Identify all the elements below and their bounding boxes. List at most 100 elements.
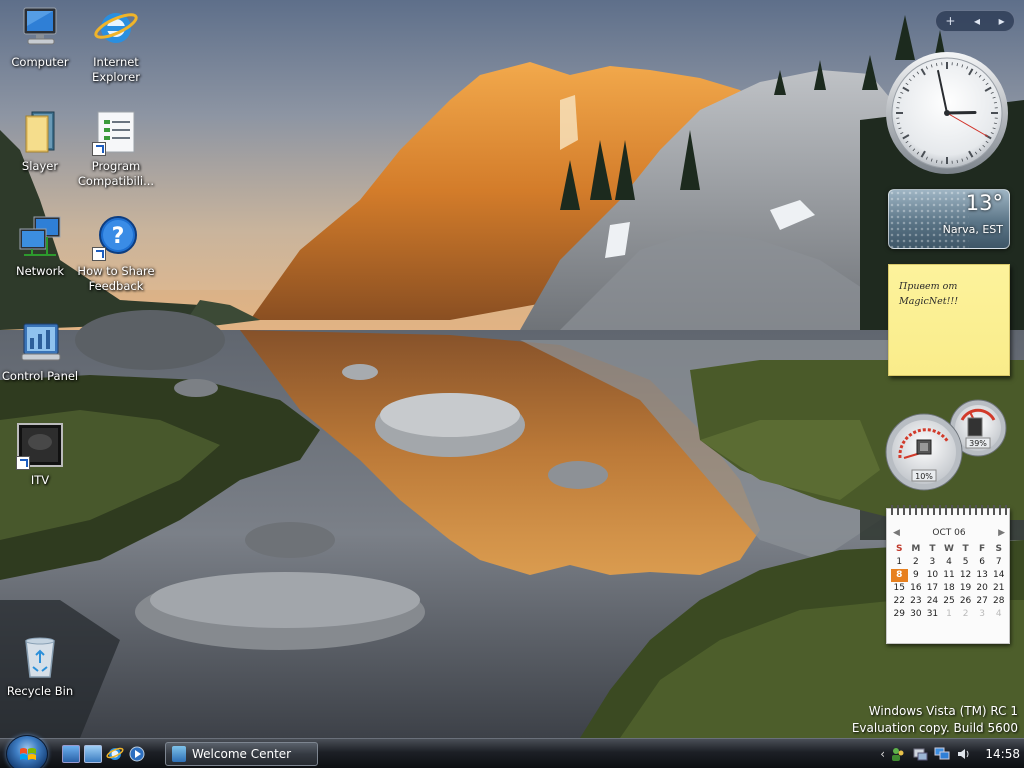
desktop-icon-label: Network bbox=[15, 264, 65, 278]
calendar-day-cell[interactable]: 28 bbox=[990, 595, 1007, 608]
users-tray-icon[interactable] bbox=[890, 746, 906, 762]
desktop-icon-how-to-share-feedback[interactable]: ? How to Share Feedback bbox=[76, 213, 156, 294]
calendar-day-cell[interactable]: 1 bbox=[941, 608, 958, 621]
sidebar-add-gadget-button[interactable]: + bbox=[945, 14, 955, 28]
desktop-icon-internet-explorer[interactable]: Internet Explorer bbox=[76, 4, 156, 85]
calendar-day-cell[interactable]: 15 bbox=[891, 582, 908, 595]
calendar-day-of-week: T bbox=[929, 544, 936, 554]
calendar-day-cell[interactable]: 23 bbox=[908, 595, 925, 608]
sidebar-controls: + ◂ ▸ bbox=[935, 10, 1015, 32]
weather-temperature: 13° bbox=[965, 191, 1003, 215]
volume-tray-icon[interactable] bbox=[956, 746, 972, 762]
clock-face bbox=[886, 52, 1008, 174]
shortcut-arrow-icon bbox=[92, 142, 106, 156]
media-player-icon[interactable] bbox=[128, 745, 146, 763]
memory-percent: 39% bbox=[969, 439, 987, 448]
calendar-day-cell[interactable]: 22 bbox=[891, 595, 908, 608]
taskbar-button-welcome-center[interactable]: Welcome Center bbox=[165, 742, 318, 766]
calendar-day-of-week: T bbox=[962, 544, 969, 554]
calendar-day-cell[interactable]: 5 bbox=[957, 556, 974, 569]
calendar-prev-month-button[interactable]: ◀ bbox=[893, 528, 900, 538]
calendar-day-cell[interactable]: 2 bbox=[957, 608, 974, 621]
desktop-icon-label: Recycle Bin bbox=[6, 684, 74, 698]
calendar-day-cell[interactable]: 9 bbox=[908, 569, 925, 582]
calendar-day-cell[interactable]: 6 bbox=[974, 556, 991, 569]
calendar-day-cell[interactable]: 12 bbox=[957, 569, 974, 582]
watermark-line-2: Evaluation copy. Build 5600 bbox=[851, 721, 1018, 735]
switch-windows-icon[interactable] bbox=[84, 745, 102, 763]
start-button[interactable] bbox=[6, 735, 48, 768]
calendar-day-cell[interactable]: 29 bbox=[891, 608, 908, 621]
desktop-icon-itv[interactable]: ITV bbox=[0, 422, 80, 488]
tray-clock[interactable]: 14:58 bbox=[985, 747, 1020, 761]
calendar-day-cell[interactable]: 3 bbox=[924, 556, 941, 569]
network-tray-icon[interactable] bbox=[934, 746, 950, 762]
cpu-meter-dials: 39% 10% bbox=[885, 399, 1007, 491]
clock-gadget[interactable] bbox=[884, 50, 1010, 176]
calendar-gadget[interactable]: ◀ OCT 06 ▶ S M T W T F S 1 2 3 4 5 6 7 8 9 10 11 12 13 14 15 1… bbox=[886, 505, 1011, 644]
calendar-day-cell[interactable]: 13 bbox=[974, 569, 991, 582]
weather-rain-graphic bbox=[889, 190, 969, 248]
calendar-day-cell[interactable]: 18 bbox=[941, 582, 958, 595]
sidebar-prev-button[interactable]: ◂ bbox=[974, 14, 980, 28]
cpu-meter-gadget[interactable]: 39% 10% bbox=[884, 398, 1010, 494]
desktop-icon-network[interactable]: Network bbox=[0, 213, 80, 279]
desktop-icon-control-panel[interactable]: Control Panel bbox=[0, 318, 80, 384]
calendar-day-cell[interactable]: 24 bbox=[924, 595, 941, 608]
tray-expand-chevron-icon[interactable]: ‹ bbox=[878, 747, 887, 761]
calendar-day-cell[interactable]: 31 bbox=[924, 608, 941, 621]
desktop-icon-slayer[interactable]: Slayer bbox=[0, 108, 80, 174]
calendar-day-cell[interactable]: 16 bbox=[908, 582, 925, 595]
internet-explorer-icon bbox=[92, 4, 140, 52]
calendar-next-month-button[interactable]: ▶ bbox=[998, 528, 1005, 538]
folder-icon bbox=[16, 108, 64, 156]
desktop-icon-computer[interactable]: Computer bbox=[0, 4, 80, 70]
calendar-day-cell[interactable]: 14 bbox=[990, 569, 1007, 582]
calendar-day-cell[interactable]: 3 bbox=[974, 608, 991, 621]
notes-gadget[interactable]: Привет от MagicNet!!! bbox=[888, 264, 1010, 376]
desktop-icon-label: Control Panel bbox=[1, 369, 79, 383]
sidebar-next-button[interactable]: ▸ bbox=[999, 14, 1005, 28]
calendar-day-cell[interactable]: 10 bbox=[924, 569, 941, 582]
desktop-icon-label: ITV bbox=[30, 473, 50, 487]
calendar-day-cell[interactable]: 2 bbox=[908, 556, 925, 569]
calendar-day-cell[interactable]: 11 bbox=[941, 569, 958, 582]
desktop-icon-recycle-bin[interactable]: Recycle Bin bbox=[0, 633, 80, 699]
calendar-day-cell[interactable]: 21 bbox=[990, 582, 1007, 595]
calendar-day-of-week: S bbox=[896, 544, 903, 554]
calendar-today-cell[interactable]: 8 bbox=[891, 569, 908, 582]
cpu-percent: 10% bbox=[915, 472, 933, 481]
internet-explorer-quicklaunch-icon[interactable] bbox=[106, 745, 124, 763]
calendar-day-cell[interactable]: 17 bbox=[924, 582, 941, 595]
weather-gadget[interactable]: 13° Narva, EST bbox=[888, 189, 1010, 249]
desktop-icon-label: Program Compatibili... bbox=[77, 159, 155, 188]
calendar-header: ◀ OCT 06 ▶ bbox=[887, 525, 1011, 541]
calendar-day-cell[interactable]: 19 bbox=[957, 582, 974, 595]
calendar-day-cell[interactable]: 1 bbox=[891, 556, 908, 569]
desktop-icon-program-compatibility[interactable]: Program Compatibili... bbox=[76, 108, 156, 189]
help-icon: ? bbox=[92, 213, 140, 261]
calendar-day-cell[interactable]: 4 bbox=[941, 556, 958, 569]
desktop-icon-label: How to Share Feedback bbox=[77, 264, 155, 293]
welcome-center-icon bbox=[172, 746, 186, 762]
desktop-icon-label: Slayer bbox=[21, 159, 59, 173]
program-compatibility-icon bbox=[92, 108, 140, 156]
calendar-day-cell[interactable]: 25 bbox=[941, 595, 958, 608]
svg-text:?: ? bbox=[112, 224, 125, 249]
shortcut-arrow-icon bbox=[92, 247, 106, 261]
shortcut-arrow-icon bbox=[16, 456, 30, 470]
taskbar-button-label: Welcome Center bbox=[192, 747, 292, 761]
calendar-grid: S M T W T F S 1 2 3 4 5 6 7 8 9 10 11 12 13 14 15 16 17 18 19 20 21… bbox=[891, 543, 1007, 621]
devices-tray-icon[interactable] bbox=[912, 746, 928, 762]
calendar-day-cell[interactable]: 30 bbox=[908, 608, 925, 621]
calendar-day-cell[interactable]: 27 bbox=[974, 595, 991, 608]
calendar-day-of-week: F bbox=[979, 544, 986, 554]
note-text[interactable]: Привет от MagicNet!!! bbox=[899, 279, 999, 309]
evaluation-watermark: Windows Vista (TM) RC 1 Evaluation copy.… bbox=[852, 703, 1018, 737]
calendar-day-cell[interactable]: 4 bbox=[990, 608, 1007, 621]
calendar-day-cell[interactable]: 26 bbox=[957, 595, 974, 608]
weather-location: Narva, EST bbox=[942, 223, 1003, 236]
show-desktop-icon[interactable] bbox=[62, 745, 80, 763]
calendar-day-cell[interactable]: 7 bbox=[990, 556, 1007, 569]
calendar-day-cell[interactable]: 20 bbox=[974, 582, 991, 595]
